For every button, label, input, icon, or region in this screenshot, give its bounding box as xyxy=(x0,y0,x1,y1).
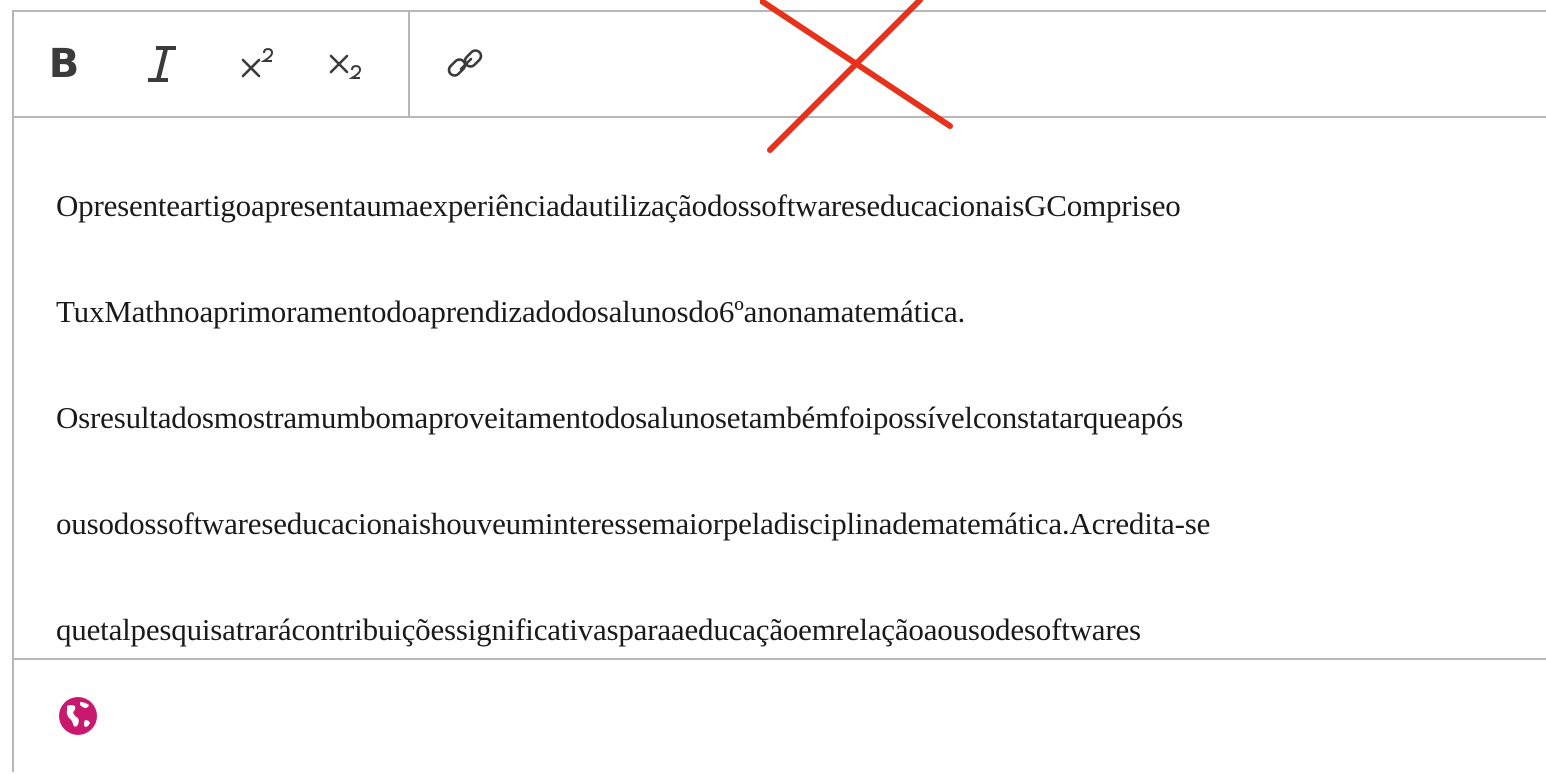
editor-toolbar: B xyxy=(14,12,1546,118)
italic-button[interactable] xyxy=(132,34,192,94)
content-line-4: ousodossoftwareseducacionaishouveuminter… xyxy=(56,506,1211,541)
bold-icon: B xyxy=(48,41,80,87)
editor-statusbar xyxy=(14,660,1546,774)
link-icon xyxy=(447,49,483,77)
content-line-3: Osresultadosmostramumbomaproveitamentodo… xyxy=(56,400,1184,435)
superscript-button[interactable] xyxy=(228,34,288,94)
subscript-button[interactable] xyxy=(316,34,376,94)
editor-content-area[interactable]: Opresenteartigoapresentaumaexperiênciada… xyxy=(14,118,1546,660)
content-line-2: TuxMathnoaprimoramentodoaprendizadodosal… xyxy=(56,294,966,329)
globe-icon[interactable] xyxy=(58,696,98,736)
content-line-1: Opresenteartigoapresentaumaexperiênciada… xyxy=(56,188,1181,223)
subscript-icon xyxy=(329,54,362,79)
italic-icon xyxy=(148,46,176,82)
bold-button[interactable]: B xyxy=(34,34,94,94)
content-line-5: quetalpesquisatrarácontribuiçõessignific… xyxy=(56,612,1141,647)
rich-text-editor: B Opresenteartigoapresentaumaexperiência… xyxy=(12,10,1546,772)
superscript-icon xyxy=(241,47,274,78)
link-button-group xyxy=(410,12,530,116)
link-button[interactable] xyxy=(436,34,496,94)
format-button-group: B xyxy=(14,12,410,116)
